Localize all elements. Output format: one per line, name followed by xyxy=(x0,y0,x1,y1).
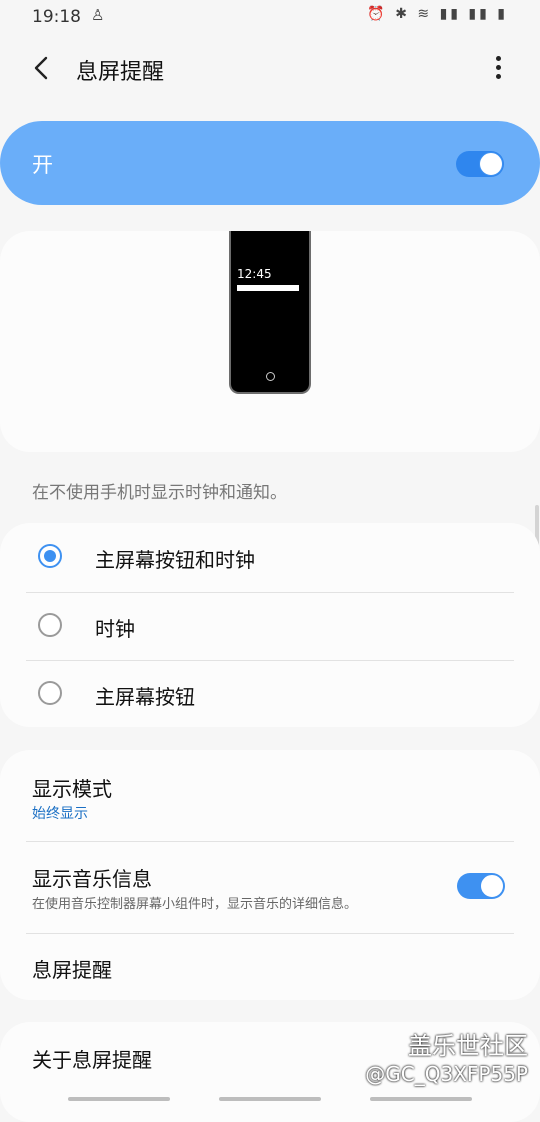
preview-card: 12:45 xyxy=(0,231,540,452)
option-home-button[interactable]: 主屏幕按钮 xyxy=(26,661,514,729)
radio-button[interactable] xyxy=(38,681,62,705)
option-home-and-clock[interactable]: 主屏幕按钮和时钟 xyxy=(26,524,514,592)
back-button[interactable] xyxy=(22,48,62,88)
preview-clock: 12:45 xyxy=(237,267,272,281)
option-label: 主屏幕按钮 xyxy=(95,685,195,709)
aod-row[interactable]: 息屏提醒 xyxy=(0,934,540,1000)
status-bar: 19:18 ♙ ⏰ ✱ ≋ ▮▮ ▮▮ ▮ xyxy=(0,0,540,34)
preview-bar xyxy=(237,285,299,291)
settings-card: 显示模式 始终显示 显示音乐信息 在使用音乐控制器屏幕小组件时，显示音乐的详细信… xyxy=(0,750,540,1000)
master-switch-label: 开 xyxy=(32,153,53,177)
display-mode-value: 始终显示 xyxy=(32,806,88,822)
page-title: 息屏提醒 xyxy=(76,60,165,85)
option-clock[interactable]: 时钟 xyxy=(26,593,514,661)
status-time: 19:18 xyxy=(32,7,81,27)
more-vert-icon xyxy=(495,56,501,61)
music-info-toggle[interactable] xyxy=(457,873,505,899)
option-label: 主屏幕按钮和时钟 xyxy=(95,548,255,572)
aod-title: 息屏提醒 xyxy=(32,958,112,982)
watermark-community: 盖乐世社区 xyxy=(408,1032,528,1060)
nav-home-hint[interactable] xyxy=(219,1097,321,1101)
accessibility-icon: ♙ xyxy=(91,6,105,24)
music-info-row[interactable]: 显示音乐信息 在使用音乐控制器屏幕小组件时，显示音乐的详细信息。 xyxy=(0,842,540,933)
option-label: 时钟 xyxy=(95,617,135,641)
more-options-button[interactable] xyxy=(484,52,512,84)
master-switch-row[interactable]: 开 xyxy=(0,121,540,205)
style-options-card: 主屏幕按钮和时钟 时钟 主屏幕按钮 xyxy=(0,523,540,727)
watermark-user: @GC_Q3XFP55P xyxy=(365,1062,528,1086)
display-mode-row[interactable]: 显示模式 始终显示 xyxy=(0,750,540,842)
music-info-desc: 在使用音乐控制器屏幕小组件时，显示音乐的详细信息。 xyxy=(32,897,358,912)
chevron-left-icon xyxy=(34,56,48,80)
master-toggle[interactable] xyxy=(456,151,504,177)
radio-button-selected[interactable] xyxy=(38,544,62,568)
status-icons: ⏰ ✱ ≋ ▮▮ ▮▮ ▮ xyxy=(367,6,508,22)
display-mode-title: 显示模式 xyxy=(32,777,112,801)
radio-button[interactable] xyxy=(38,613,62,637)
phone-preview-image: 12:45 xyxy=(229,231,311,394)
nav-back-hint[interactable] xyxy=(370,1097,472,1101)
description-text: 在不使用手机时显示时钟和通知。 xyxy=(32,483,287,503)
music-info-title: 显示音乐信息 xyxy=(32,867,152,891)
about-title: 关于息屏提醒 xyxy=(32,1048,152,1072)
home-button-icon xyxy=(266,372,275,381)
nav-recent-hint[interactable] xyxy=(68,1097,170,1101)
